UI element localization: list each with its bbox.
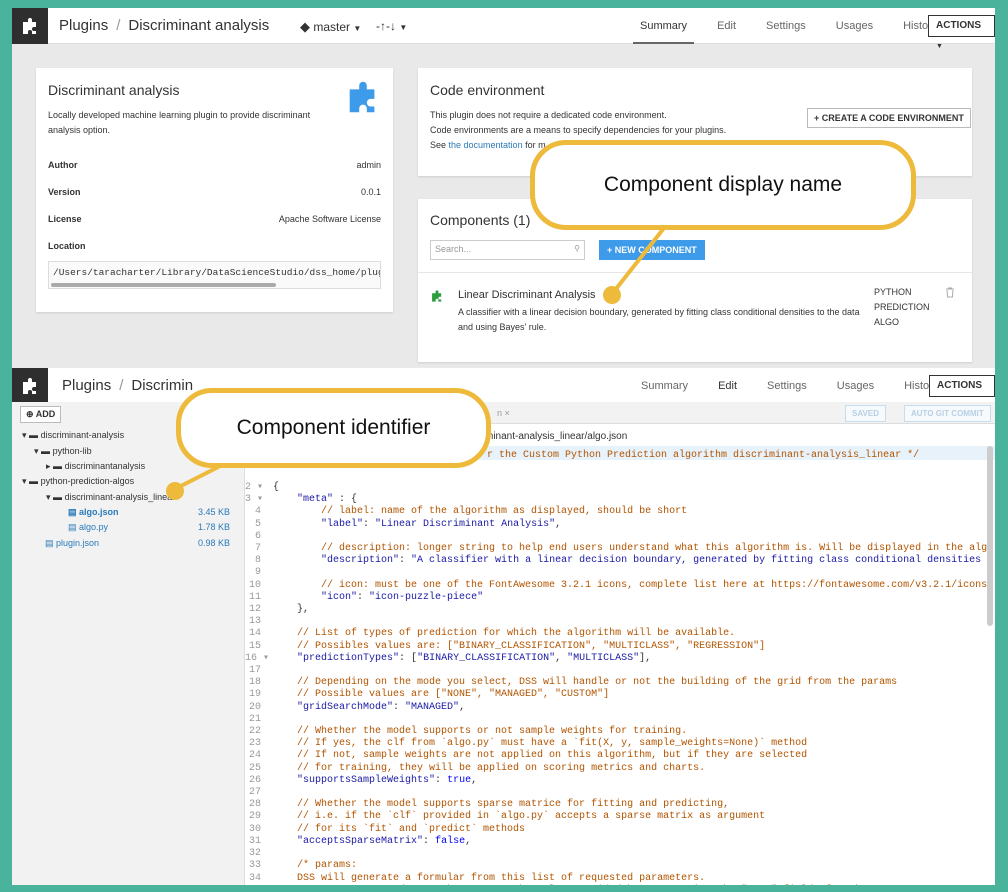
callout-component-identifier: Component identifier [176,388,491,468]
callout-label: Component identifier [236,416,431,439]
callout-connectors [166,226,666,500]
